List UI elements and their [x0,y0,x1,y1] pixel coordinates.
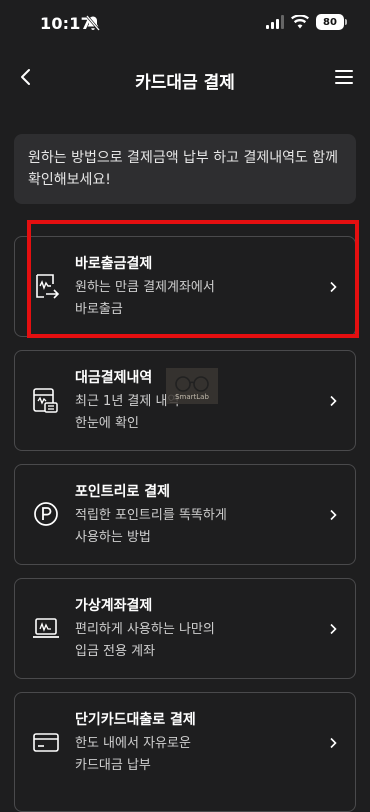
option-card-instant-withdraw[interactable]: 바로출금결제 원하는 만큼 결제계좌에서 바로출금 [14,236,356,337]
info-notice: 원하는 방법으로 결제금액 납부 하고 결제내역도 함께 확인해보세요! [14,134,356,204]
option-card-card-loan[interactable]: 단기카드대출로 결제 한도 내에서 자유로운 카드대금 납부 [14,692,356,812]
point-icon [34,502,58,526]
watermark-logo: SmartLab [166,368,218,404]
watermark-text: SmartLab [175,393,209,401]
notice-line-2: 확인해보세요! [28,172,111,188]
option-desc-line-2: 한눈에 확인 [75,416,139,431]
bell-off-icon [86,15,100,31]
chevron-right-icon [330,509,337,521]
option-description: 적립한 포인트리를 똑똑하게 사용하는 방법 [75,505,305,549]
option-title: 포인트리로 결제 [75,484,171,500]
chevron-right-icon [330,623,337,635]
option-card-point-payment[interactable]: 포인트리로 결제 적립한 포인트리를 똑똑하게 사용하는 방법 [14,464,356,565]
battery-indicator: 80 [316,14,347,30]
option-desc-line-2: 사용하는 방법 [75,530,151,545]
hamburger-menu-icon[interactable] [334,68,354,86]
chevron-right-icon [330,737,337,749]
page-title: 카드대금 결제 [135,73,235,93]
option-title: 대금결제내역 [75,370,153,386]
option-card-virtual-account[interactable]: 가상계좌결제 편리하게 사용하는 나만의 입금 전용 계좌 [14,578,356,679]
status-time: 10:17 [40,14,92,33]
option-desc-line-1: 적립한 포인트리를 똑똑하게 [75,508,227,523]
option-description: 원하는 만큼 결제계좌에서 바로출금 [75,277,305,321]
option-desc-line-2: 바로출금 [75,302,123,317]
cellular-signal-icon [266,15,284,29]
option-description: 편리하게 사용하는 나만의 입금 전용 계좌 [75,619,305,663]
glasses-icon [175,376,209,392]
option-desc-line-2: 카드대금 납부 [75,758,151,773]
battery-level: 80 [323,16,337,28]
option-desc-line-2: 입금 전용 계좌 [75,644,156,659]
option-title: 가상계좌결제 [75,598,153,614]
payment-history-icon [33,388,58,413]
chevron-right-icon [330,281,337,293]
status-bar: 10:17 80 [0,0,370,48]
option-desc-line-1: 원하는 만큼 결제계좌에서 [75,280,215,295]
option-title: 단기카드대출로 결제 [75,712,196,728]
option-description: 한도 내에서 자유로운 카드대금 납부 [75,733,305,777]
option-desc-line-1: 편리하게 사용하는 나만의 [75,622,215,637]
card-loan-icon [33,733,59,752]
notice-line-1: 원하는 방법으로 결제금액 납부 하고 결제내역도 함께 [28,150,339,166]
virtual-account-icon [33,618,59,638]
chevron-right-icon [330,395,337,407]
option-desc-line-1: 한도 내에서 자유로운 [75,736,191,751]
wifi-icon [291,15,309,29]
option-title: 바로출금결제 [75,256,153,272]
instant-withdraw-icon [36,274,60,299]
app-header: 카드대금 결제 [0,52,370,104]
